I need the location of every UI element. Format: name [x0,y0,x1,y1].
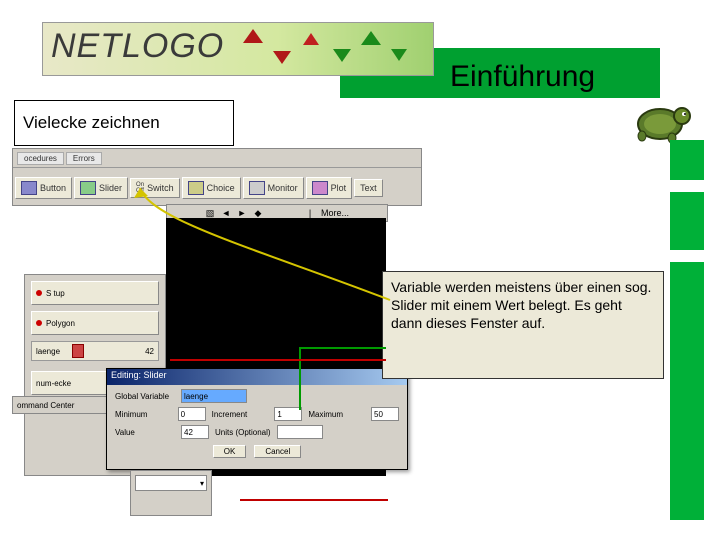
plot-icon [312,181,328,195]
command-center-label: ommand Center [12,396,118,414]
global-var-label: Global Variable [115,392,175,401]
slider-laenge[interactable]: laenge 42 [31,341,159,361]
slider-value: 42 [145,347,154,356]
left-icon[interactable]: ◄ [221,208,231,218]
slider-label: laenge [36,347,60,356]
tool-plot[interactable]: Plot [306,177,353,199]
min-input[interactable] [178,407,206,421]
slider-knob[interactable] [72,344,84,358]
tool-choice[interactable]: Choice [182,177,241,199]
netlogo-logo: NETLOGO [42,22,434,76]
cancel-button[interactable]: Cancel [254,445,301,458]
tab-procedures[interactable]: ocedures [17,152,64,165]
inc-input[interactable] [274,407,302,421]
dropdown[interactable]: ▾ [135,475,207,491]
diamond-icon[interactable]: ◆ [253,208,263,219]
ok-button[interactable]: OK [213,445,247,458]
logo-text: NETLOGO [51,27,224,66]
slider-dialog: Editing: Slider Global Variable Minimum … [106,368,408,470]
subtitle-box: Vielecke zeichnen [14,100,234,146]
headline: Einführung [450,60,595,94]
units-label: Units (Optional) [215,428,271,437]
bottom-strip: ▾ [130,470,212,516]
max-input[interactable] [371,407,399,421]
val-label: Value [115,428,175,437]
tool-slider[interactable]: Slider [74,177,128,199]
tool-monitor[interactable]: Monitor [243,177,304,199]
tool-button[interactable]: Button [15,177,72,199]
pin-icon [36,290,42,296]
units-input[interactable] [277,425,323,439]
inc-label: Increment [212,410,269,419]
global-var-input[interactable] [181,389,247,403]
max-label: Maximum [308,410,365,419]
tab-errors[interactable]: Errors [66,152,102,165]
monitor-icon [249,181,265,195]
right-accent-bar [670,140,704,520]
dialog-title: Editing: Slider [107,369,407,385]
min-label: Minimum [115,410,172,419]
sep-icon: | [305,208,315,218]
pin-icon [36,320,42,326]
val-input[interactable] [181,425,209,439]
tool-text[interactable]: Text [354,179,383,197]
tool-switch[interactable]: On OffSwitch [130,178,180,198]
interface-toolbar: ocedures Errors Button Slider On OffSwit… [12,148,422,206]
callout-text: Variable werden meistens über einen sog.… [382,271,664,379]
more-button[interactable]: More... [321,208,349,218]
turtle-icon [628,94,692,146]
slider-icon [80,181,96,195]
button-setup[interactable]: S tup [31,281,159,305]
button-polygon[interactable]: Polygon [31,311,159,335]
button-icon [21,181,37,195]
switch-icon: On Off [136,182,144,194]
right-icon[interactable]: ► [237,208,247,218]
shape-icon[interactable]: ▧ [205,208,215,219]
choice-icon [188,181,204,195]
